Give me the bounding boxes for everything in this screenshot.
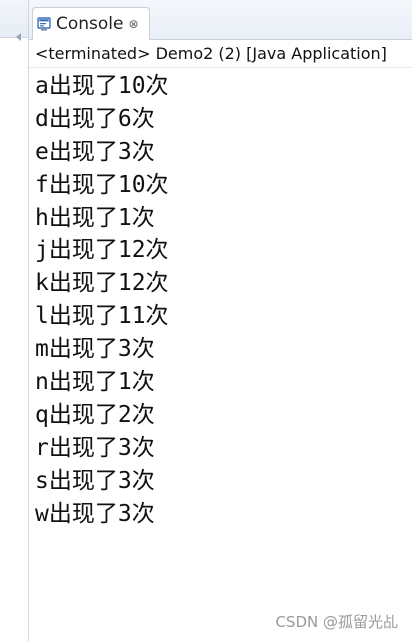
output-line: q出现了2次 bbox=[35, 401, 155, 428]
close-icon[interactable]: ⊗ bbox=[129, 17, 139, 31]
output-line: m出现了3次 bbox=[35, 336, 155, 363]
output-line: h出现了1次 bbox=[35, 204, 155, 231]
left-panel-gutter bbox=[0, 0, 29, 641]
output-line: w出现了3次 bbox=[35, 500, 155, 527]
output-line: r出现了3次 bbox=[35, 434, 155, 461]
console-view: Console ⊗ <terminated> Demo2 (2) [Java A… bbox=[29, 0, 412, 641]
view-tab-strip: Console ⊗ bbox=[29, 0, 412, 40]
output-line: a出现了10次 bbox=[35, 73, 169, 99]
output-line: j出现了12次 bbox=[35, 237, 169, 264]
output-line: k出现了12次 bbox=[35, 270, 169, 297]
output-line: l出现了11次 bbox=[35, 303, 169, 330]
console-icon bbox=[37, 16, 51, 32]
output-line: d出现了6次 bbox=[35, 105, 155, 132]
console-output: a出现了10次 d出现了6次 e出现了3次 f出现了10次 h出现了1次 j出现… bbox=[35, 70, 405, 530]
output-line: n出现了1次 bbox=[35, 369, 155, 396]
output-line: f出现了10次 bbox=[35, 171, 169, 198]
left-panel-header bbox=[0, 0, 28, 38]
output-line: s出现了3次 bbox=[35, 467, 155, 494]
console-status-line: <terminated> Demo2 (2) [Java Application… bbox=[29, 40, 412, 68]
watermark: CSDN @孤留光乩 bbox=[275, 613, 398, 631]
collapse-arrow-icon[interactable] bbox=[16, 33, 21, 41]
output-line: e出现了3次 bbox=[35, 138, 155, 165]
tab-console[interactable]: Console ⊗ bbox=[32, 7, 150, 40]
tab-console-label: Console bbox=[56, 14, 124, 34]
